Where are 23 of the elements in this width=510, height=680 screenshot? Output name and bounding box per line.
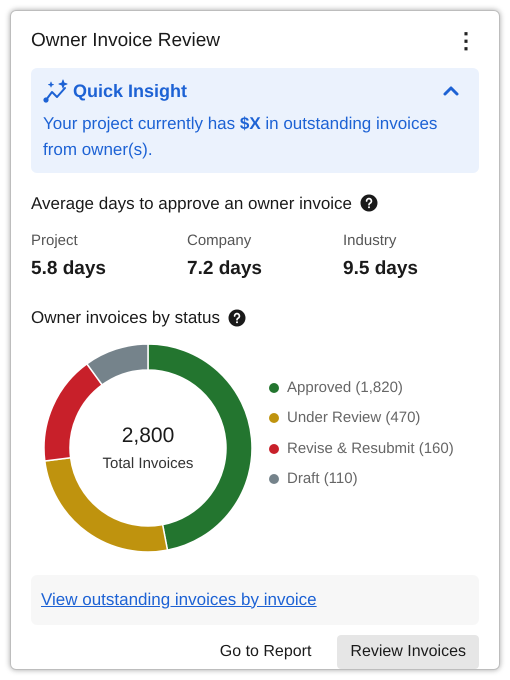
card-title: Owner Invoice Review [31,29,220,53]
more-menu-button[interactable]: ⋮ [455,30,477,52]
stat-value: 7.2 days [187,256,263,280]
legend-label: Approved (1,820) [287,378,403,398]
section-heading: Average days to approve an owner invoice [31,192,352,214]
help-icon[interactable] [228,308,246,327]
legend-label: Under Review (470) [287,408,420,428]
stat-label: Project [31,231,79,251]
insight-text: Your project currently has $X in outstanding invoices from owner(s). [43,112,438,160]
help-icon[interactable] [360,194,378,212]
legend-label: Revise & Resubmit (160) [287,438,454,458]
report-button[interactable]: Go to Report [218,634,314,668]
stat-value: 9.5 days [343,256,419,280]
total-count: 2,800 [122,422,174,448]
stat-label: Industry [343,231,398,251]
total-label: Total Invoices [102,454,194,474]
stat-value: 5.8 days [31,256,107,280]
legend-label: Draft (110) [287,469,358,489]
stat-label: Company [187,231,252,251]
insight-title: Quick Insight [73,80,188,103]
review-invoices-button[interactable]: Review Invoices [337,634,479,668]
section-heading: Owner invoices by status [31,307,220,329]
outstanding-invoices-link[interactable]: View outstanding invoices by invoice [41,590,317,608]
